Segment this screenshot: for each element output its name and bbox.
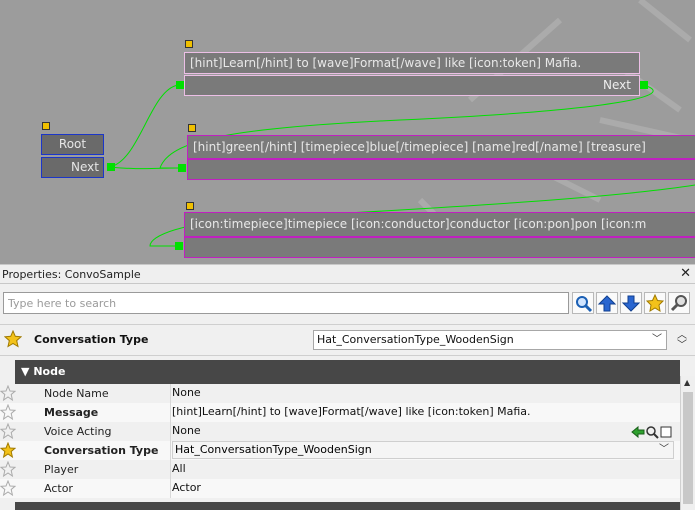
message-node-2-input-port[interactable] — [178, 164, 186, 172]
prop-value[interactable]: None — [172, 384, 674, 403]
conversation-type-value: Hat_ConversationType_WoodenSign — [317, 333, 514, 346]
root-node-handle[interactable] — [42, 122, 50, 130]
properties-titlebar: Properties: ConvoSample ✕ — [0, 264, 695, 284]
prop-row-conversation-type[interactable]: Conversation Type Hat_ConversationType_W… — [0, 441, 680, 460]
message-node-2-text[interactable]: [hint]green[/hint] [timepiece]blue[/time… — [187, 135, 695, 159]
message-node-3-handle[interactable] — [186, 202, 194, 210]
message-node-2-handle[interactable] — [188, 124, 196, 132]
message-node-3-next-output[interactable] — [184, 237, 695, 258]
prop-value[interactable]: All — [172, 460, 674, 479]
star-icon — [645, 293, 665, 312]
find-settings-button[interactable] — [668, 292, 690, 314]
use-selected-icon[interactable] — [631, 425, 645, 439]
message-node-3-text[interactable]: [icon:timepiece]timepiece [icon:conducto… — [184, 212, 695, 237]
spin-arrows[interactable]: ︿ ﹀ — [675, 331, 689, 351]
magnifier-icon — [576, 296, 593, 313]
star-outline-icon[interactable] — [0, 404, 16, 420]
close-icon[interactable]: ✕ — [680, 266, 691, 281]
asset-tools — [631, 425, 672, 439]
arrow-down-icon — [621, 295, 641, 312]
chevron-down-icon[interactable]: ﹀ — [677, 340, 687, 351]
prop-value[interactable]: Actor — [172, 479, 674, 498]
column-divider — [170, 441, 171, 460]
next-section-header[interactable] — [15, 502, 680, 510]
message-node-1-text[interactable]: [hint]Learn[/hint] to [wave]Format[/wave… — [184, 52, 640, 74]
root-next-port[interactable] — [107, 163, 115, 171]
conversation-type-row: Conversation Type Hat_ConversationType_W… — [0, 324, 695, 356]
column-divider — [170, 403, 171, 422]
magnifier-gear-icon — [670, 295, 687, 312]
prop-name: Voice Acting — [44, 425, 112, 438]
favorite-button[interactable] — [644, 292, 666, 314]
arrow-up-icon — [597, 295, 617, 312]
prop-name: Message — [44, 406, 99, 419]
message-node-1-input-port[interactable] — [176, 81, 184, 89]
search-input[interactable] — [3, 292, 569, 314]
prop-value: Hat_ConversationType_WoodenSign — [175, 443, 372, 456]
star-outline-icon[interactable] — [0, 385, 16, 401]
message-node-1-next-port[interactable] — [640, 81, 648, 89]
prop-row-node-name[interactable]: Node Name None — [0, 384, 680, 403]
root-node-next-output[interactable]: Next — [41, 157, 104, 178]
properties-title: Properties: ConvoSample — [2, 268, 141, 281]
star-icon[interactable] — [4, 330, 22, 348]
column-divider — [170, 479, 171, 498]
prop-name: Actor — [44, 482, 73, 495]
prop-value[interactable]: None — [172, 422, 674, 441]
message-node-1-handle[interactable] — [185, 40, 193, 48]
move-up-button[interactable] — [596, 292, 618, 314]
property-grid: ▼ Node Node Name None Message [hint]Lear… — [0, 358, 680, 510]
star-outline-icon[interactable] — [0, 423, 16, 439]
message-node-3-input-port[interactable] — [175, 242, 183, 250]
node-section-title: Node — [33, 365, 66, 378]
chevron-down-icon: ﹀ — [652, 334, 662, 345]
star-outline-icon[interactable] — [0, 461, 16, 477]
prop-value[interactable]: [hint]Learn[/hint] to [wave]Format[/wave… — [172, 403, 674, 422]
star-icon[interactable] — [0, 442, 16, 458]
node-section-header[interactable]: ▼ Node — [15, 360, 680, 384]
column-divider — [170, 460, 171, 479]
message-node-1-next-output[interactable]: Next — [184, 75, 640, 96]
scrollbar-thumb[interactable] — [683, 392, 693, 504]
conversation-type-select[interactable]: Hat_ConversationType_WoodenSign ﹀ — [313, 330, 667, 350]
scroll-up-icon[interactable]: ▲ — [684, 378, 690, 387]
prop-row-voice-acting[interactable]: Voice Acting None — [0, 422, 680, 441]
browse-icon[interactable] — [646, 426, 659, 439]
triangle-down-icon: ▼ — [21, 365, 30, 378]
vertical-scrollbar[interactable]: ▲ — [680, 376, 695, 510]
clear-icon[interactable] — [660, 426, 672, 438]
column-divider — [170, 422, 171, 441]
conversation-type-label: Conversation Type — [34, 333, 149, 346]
root-node-label[interactable]: Root — [41, 134, 104, 155]
move-down-button[interactable] — [620, 292, 642, 314]
search-button[interactable] — [572, 292, 594, 314]
prop-name: Node Name — [44, 387, 109, 400]
prop-name: Conversation Type — [44, 444, 159, 457]
voice-acting-tools — [631, 425, 673, 441]
prop-name: Player — [44, 463, 79, 476]
chevron-down-icon: ﹀ — [659, 444, 669, 455]
conversation-type-dropdown[interactable]: Hat_ConversationType_WoodenSign ﹀ — [172, 441, 674, 459]
search-toolbar — [0, 288, 695, 320]
prop-row-actor[interactable]: Actor Actor — [0, 479, 680, 498]
message-node-2-next-output[interactable] — [187, 159, 695, 180]
prop-row-player[interactable]: Player All — [0, 460, 680, 479]
graph-canvas[interactable]: Root Next [hint]Learn[/hint] to [wave]Fo… — [0, 0, 695, 264]
star-outline-icon[interactable] — [0, 480, 16, 496]
column-divider — [170, 384, 171, 403]
prop-row-message[interactable]: Message [hint]Learn[/hint] to [wave]Form… — [0, 403, 680, 422]
